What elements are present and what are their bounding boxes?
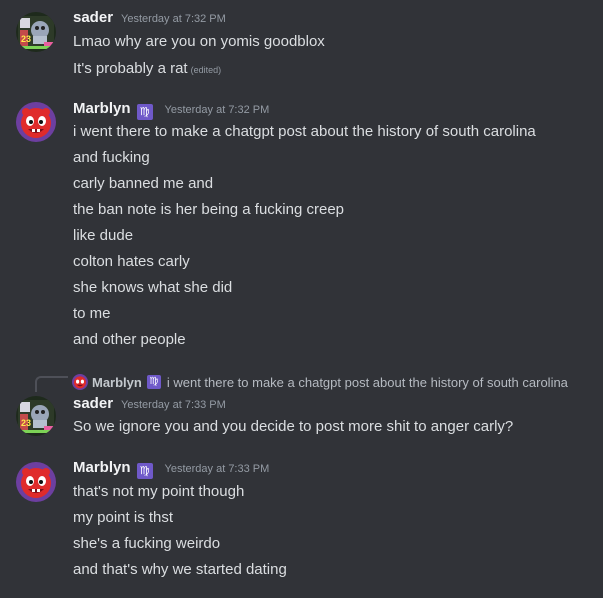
sader-avatar-icon: 23	[16, 12, 56, 52]
timestamp[interactable]: Yesterday at 7:32 PM	[165, 104, 270, 116]
username[interactable]: Marblyn	[73, 100, 131, 117]
reply-spine	[35, 376, 68, 392]
message-header: Marblyn ♍ Yesterday at 7:33 PM	[73, 459, 269, 481]
username[interactable]: sader	[73, 9, 113, 26]
sader-avatar-icon: 23	[16, 396, 56, 436]
reply-preview[interactable]: Marblyn ♍ i went there to make a chatgpt…	[72, 372, 568, 392]
virgo-role-icon[interactable]: ♍	[136, 463, 153, 479]
reply-username[interactable]: Marblyn	[92, 375, 142, 390]
message-line: she's a fucking weirdo	[73, 535, 221, 552]
sader-avatar[interactable]: 23	[16, 12, 56, 52]
message-line: that's not my point though	[73, 483, 245, 500]
username[interactable]: sader	[73, 395, 113, 412]
marblyn-avatar-icon	[16, 102, 56, 142]
timestamp[interactable]: Yesterday at 7:32 PM	[121, 13, 226, 25]
message-line: and that's why we started dating	[73, 561, 287, 578]
marblyn-avatar[interactable]	[16, 102, 56, 142]
svg-text:23: 23	[21, 34, 31, 44]
edited-label: (edited)	[190, 65, 222, 75]
message-line: and fucking	[73, 149, 150, 166]
message-line: and other people	[73, 331, 186, 348]
marblyn-avatar-icon	[16, 462, 56, 502]
message-line: i went there to make a chatgpt post abou…	[73, 123, 536, 140]
message-line: Lmao why are you on yomis goodblox	[73, 33, 325, 50]
message-line: my point is thst	[73, 509, 174, 526]
message-line: to me	[73, 305, 111, 322]
message-line: the ban note is her being a fucking cree…	[73, 201, 345, 218]
reply-text[interactable]: i went there to make a chatgpt post abou…	[167, 375, 568, 390]
virgo-role-icon: ♍	[146, 375, 161, 389]
message-header: Marblyn ♍ Yesterday at 7:32 PM	[73, 100, 269, 122]
marblyn-avatar-icon	[72, 374, 88, 390]
virgo-role-icon[interactable]: ♍	[136, 104, 153, 120]
timestamp[interactable]: Yesterday at 7:33 PM	[165, 463, 270, 475]
message-line: she knows what she did	[73, 279, 233, 296]
message-line: carly banned me and	[73, 175, 214, 192]
message-header: sader Yesterday at 7:33 PM	[73, 395, 226, 417]
marblyn-avatar[interactable]	[16, 462, 56, 502]
message-line-edited: It's probably a rat (edited)	[73, 58, 221, 81]
message-header: sader Yesterday at 7:32 PM	[73, 9, 226, 31]
message-line: So we ignore you and you decide to post …	[73, 418, 514, 435]
timestamp[interactable]: Yesterday at 7:33 PM	[121, 399, 226, 411]
reply-avatar	[72, 374, 88, 390]
username[interactable]: Marblyn	[73, 459, 131, 476]
message-line-text: It's probably a rat	[73, 60, 188, 77]
svg-text:23: 23	[21, 418, 31, 428]
sader-avatar[interactable]: 23	[16, 396, 56, 436]
message-line: like dude	[73, 227, 134, 244]
message-line: colton hates carly	[73, 253, 190, 270]
